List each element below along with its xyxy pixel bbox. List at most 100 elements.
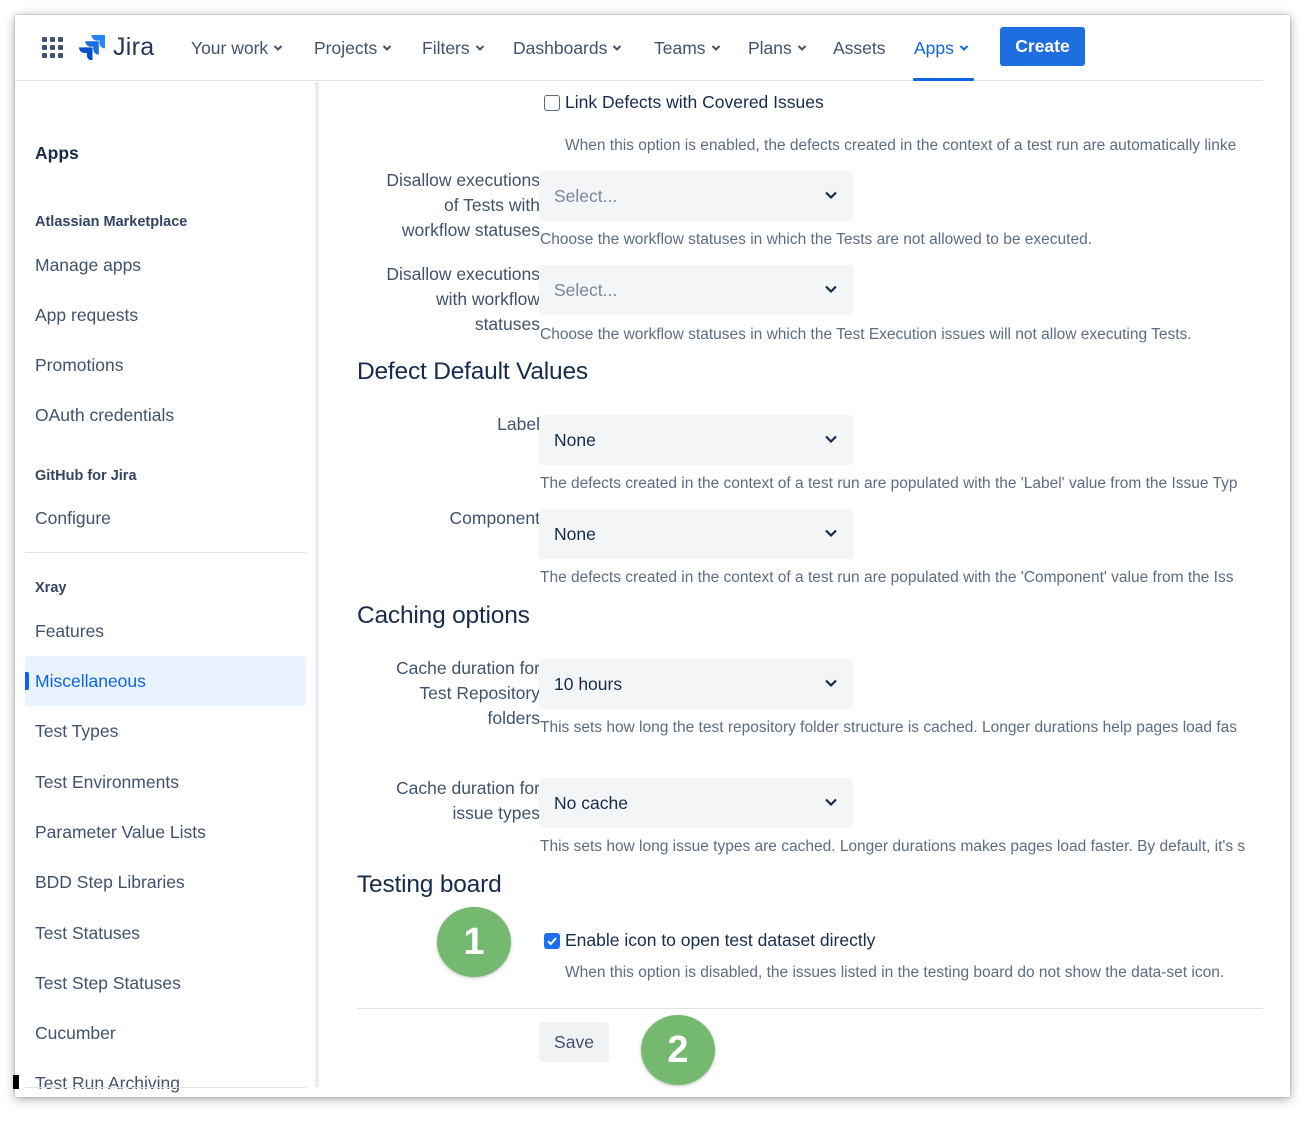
nav-projects[interactable]: Projects bbox=[314, 35, 392, 61]
cache-repo-label: Cache duration for Test Repository folde… bbox=[396, 656, 540, 731]
sidebar-item-parameter-value-lists[interactable]: Parameter Value Lists bbox=[25, 807, 306, 857]
chevron-down-icon bbox=[825, 529, 837, 538]
label-field-label: Label bbox=[497, 414, 540, 434]
component-field-description: The defects created in the context of a … bbox=[540, 569, 1234, 586]
chevron-down-icon bbox=[825, 191, 837, 200]
label-line: with workflow bbox=[435, 289, 540, 309]
nav-teams[interactable]: Teams bbox=[654, 35, 721, 61]
disallow-tests-description: Choose the workflow statuses in which th… bbox=[540, 231, 1092, 248]
create-button[interactable]: Create bbox=[1000, 27, 1085, 66]
label-field-description: The defects created in the context of a … bbox=[540, 475, 1238, 492]
sidebar-section-marketplace: Atlassian Marketplace bbox=[35, 214, 188, 230]
settings-content: Link Defects with Covered Issues When th… bbox=[319, 82, 1263, 1097]
nav-label: Apps bbox=[914, 37, 954, 58]
sidebar-item-test-types[interactable]: Test Types bbox=[25, 706, 306, 756]
sidebar-item-app-requests[interactable]: App requests bbox=[25, 290, 306, 340]
link-defects-label: Link Defects with Covered Issues bbox=[565, 92, 824, 112]
testing-board-heading: Testing board bbox=[357, 871, 502, 898]
chevron-down-icon bbox=[825, 679, 837, 688]
chevron-down-icon bbox=[825, 798, 837, 807]
link-defects-option[interactable]: Link Defects with Covered Issues bbox=[544, 92, 824, 113]
sidebar-divider bbox=[25, 1087, 306, 1088]
nav-assets[interactable]: Assets bbox=[833, 35, 886, 61]
sidebar-item-cucumber[interactable]: Cucumber bbox=[25, 1008, 306, 1058]
save-button[interactable]: Save bbox=[539, 1022, 609, 1062]
label-select[interactable]: None bbox=[539, 415, 853, 465]
label-line: issue types bbox=[452, 803, 540, 823]
defect-defaults-heading: Defect Default Values bbox=[357, 358, 588, 385]
nav-your-work[interactable]: Your work bbox=[191, 35, 283, 61]
disallow-tests-select[interactable]: Select... bbox=[539, 171, 853, 221]
nav-label: Plans bbox=[748, 37, 792, 58]
nav-label: Teams bbox=[654, 37, 706, 58]
chevron-down-icon bbox=[825, 435, 837, 444]
sidebar-item-features[interactable]: Features bbox=[25, 606, 306, 656]
sidebar-section-github: GitHub for Jira bbox=[35, 468, 137, 484]
label-line: Test Repository bbox=[419, 683, 540, 703]
sidebar-item-manage-apps[interactable]: Manage apps bbox=[25, 240, 306, 290]
nav-dashboards[interactable]: Dashboards bbox=[513, 35, 622, 61]
chevron-down-icon bbox=[711, 45, 720, 51]
dataset-icon-label: Enable icon to open test dataset directl… bbox=[565, 930, 876, 950]
disallow-tests-label: Disallow executions of Tests with workfl… bbox=[386, 168, 540, 243]
select-value: No cache bbox=[554, 792, 628, 813]
jira-window: Jira Your work Projects Filters Dashboar… bbox=[15, 15, 1290, 1097]
cache-issue-types-select[interactable]: No cache bbox=[539, 778, 853, 828]
jira-logo-icon bbox=[79, 35, 105, 60]
chevron-down-icon bbox=[797, 45, 806, 51]
jira-logo[interactable]: Jira bbox=[79, 31, 154, 63]
sidebar: Apps Atlassian Marketplace Manage apps A… bbox=[15, 82, 315, 1097]
chevron-down-icon bbox=[613, 45, 622, 51]
nav-label: Projects bbox=[314, 37, 378, 58]
sidebar-item-test-step-statuses[interactable]: Test Step Statuses bbox=[25, 958, 306, 1008]
checkmark-icon bbox=[547, 936, 557, 945]
annotation-badge-1: 1 bbox=[437, 907, 511, 977]
chevron-down-icon bbox=[475, 45, 484, 51]
component-select[interactable]: None bbox=[539, 509, 853, 559]
form-divider bbox=[357, 1008, 1263, 1009]
label-line: folders bbox=[487, 708, 540, 728]
component-field-label: Component bbox=[449, 508, 540, 528]
sidebar-item-miscellaneous[interactable]: Miscellaneous bbox=[25, 656, 306, 706]
sidebar-item-test-environments[interactable]: Test Environments bbox=[25, 757, 306, 807]
top-navigation: Jira Your work Projects Filters Dashboar… bbox=[15, 15, 1263, 81]
disallow-executions-description: Choose the workflow statuses in which th… bbox=[540, 326, 1192, 343]
active-tab-indicator bbox=[913, 78, 974, 81]
sidebar-item-configure[interactable]: Configure bbox=[25, 493, 306, 543]
cache-repo-select[interactable]: 10 hours bbox=[539, 659, 853, 709]
label-line: Disallow executions bbox=[386, 170, 540, 190]
dataset-icon-option[interactable]: Enable icon to open test dataset directl… bbox=[544, 930, 875, 951]
sidebar-item-test-statuses[interactable]: Test Statuses bbox=[25, 908, 306, 958]
sidebar-item-bdd-step-libraries[interactable]: BDD Step Libraries bbox=[25, 857, 306, 907]
sidebar-title: Apps bbox=[35, 143, 79, 163]
link-defects-checkbox[interactable] bbox=[544, 94, 560, 111]
nav-label: Assets bbox=[833, 37, 886, 58]
corner-mark bbox=[13, 1075, 19, 1089]
app-switcher-icon[interactable] bbox=[42, 37, 64, 59]
label-line: Cache duration for bbox=[396, 658, 540, 678]
nav-label: Dashboards bbox=[513, 37, 608, 58]
select-value: Select... bbox=[554, 185, 618, 206]
nav-plans[interactable]: Plans bbox=[748, 35, 807, 61]
sidebar-section-xray: Xray bbox=[35, 580, 67, 596]
nav-filters[interactable]: Filters bbox=[422, 35, 485, 61]
select-value: None bbox=[554, 429, 596, 450]
disallow-executions-select[interactable]: Select... bbox=[539, 265, 853, 315]
nav-apps[interactable]: Apps bbox=[914, 35, 969, 61]
sidebar-item-oauth-credentials[interactable]: OAuth credentials bbox=[25, 390, 306, 440]
caching-options-heading: Caching options bbox=[357, 602, 530, 629]
nav-label: Your work bbox=[191, 37, 269, 58]
select-value: 10 hours bbox=[554, 673, 623, 694]
select-value: Select... bbox=[554, 279, 618, 300]
sidebar-item-promotions[interactable]: Promotions bbox=[25, 340, 306, 390]
label-line: Disallow executions bbox=[386, 264, 540, 284]
cache-issue-types-label: Cache duration for issue types bbox=[396, 776, 540, 826]
dataset-icon-checkbox[interactable] bbox=[544, 932, 560, 949]
dataset-icon-description: When this option is disabled, the issues… bbox=[565, 964, 1225, 981]
sidebar-item-test-run-archiving[interactable]: Test Run Archiving bbox=[25, 1058, 306, 1097]
jira-logo-text: Jira bbox=[113, 32, 155, 61]
label-line: workflow statuses bbox=[401, 220, 540, 240]
label-line: statuses bbox=[474, 314, 540, 334]
disallow-executions-label: Disallow executions with workflow status… bbox=[386, 262, 540, 337]
nav-label: Filters bbox=[422, 37, 470, 58]
